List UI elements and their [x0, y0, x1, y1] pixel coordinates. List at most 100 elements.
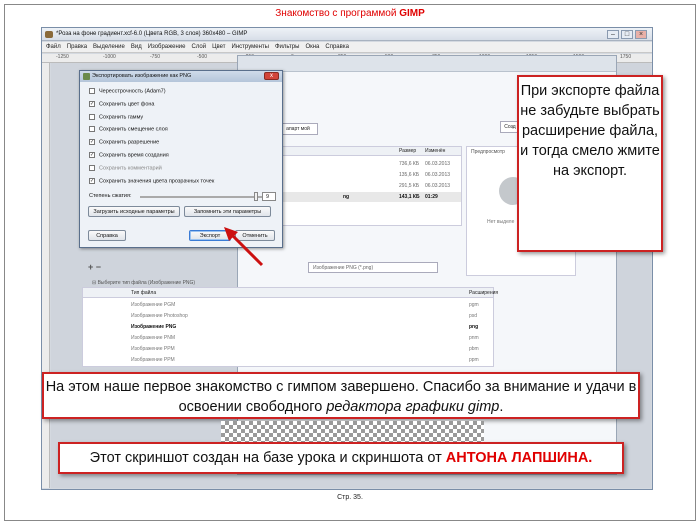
- png-dialog-titlebar[interactable]: Экспортировать изображение как PNG: [80, 71, 282, 82]
- file-type-ext: png: [469, 324, 479, 330]
- ruler-mark: 1750: [620, 54, 632, 60]
- file-type-row[interactable]: Изображение Photoshop psd: [83, 311, 493, 322]
- window-title: *Роза на фоне градиент.xcf-6.0 (Цвета RG…: [56, 31, 248, 37]
- png-option-label: Сохранить смещение слоя: [99, 126, 168, 133]
- menu-item[interactable]: Справка: [325, 42, 349, 52]
- png-option-checkbox[interactable]: ✓ Сохранить разрешение: [89, 139, 159, 146]
- red-arrow-icon: [224, 227, 264, 267]
- file-type-row[interactable]: Изображение PPM ppm: [83, 355, 493, 366]
- file-type-row[interactable]: Изображение PGM pgm: [83, 300, 493, 311]
- page-number: Стр. 35.: [337, 494, 363, 501]
- file-type-list[interactable]: Тип файла Расширения Изображение PGM pgm И…: [82, 287, 498, 367]
- file-type-row[interactable]: Изображение PPM pbm: [83, 344, 493, 355]
- png-option-label: Сохранить время создания: [99, 152, 169, 159]
- menu-item[interactable]: Выделение: [93, 42, 125, 52]
- column-modified[interactable]: Изменён: [425, 147, 445, 156]
- png-option-checkbox[interactable]: ✓ Сохранить цвет фона: [89, 100, 155, 108]
- file-filter-select[interactable]: Изображение PNG (*.png): [308, 262, 438, 273]
- compression-spinbox[interactable]: 9: [262, 192, 276, 201]
- file-type-row[interactable]: Изображение PNM pnm: [83, 333, 493, 344]
- file-row[interactable]: 736,6 КБ 06.03.2013: [283, 159, 461, 169]
- png-option-checkbox[interactable]: Сохранить комментарий: [89, 164, 162, 172]
- close-icon[interactable]: ×: [635, 30, 647, 39]
- column-extensions[interactable]: Расширения: [469, 288, 498, 298]
- png-option-checkbox[interactable]: ✓ Сохранить значения цвета прозрачных точ…: [89, 177, 214, 185]
- dialog-header: [238, 56, 616, 72]
- menu-item[interactable]: Окна: [305, 42, 319, 52]
- ruler-mark: -1250: [56, 54, 69, 60]
- png-option-label: Сохранить цвет фона: [99, 101, 155, 108]
- preview-label: Предпросмотр: [471, 149, 505, 155]
- file-list[interactable]: Размер Изменён 736,6 КБ 06.03.2013 135,6 К…: [282, 146, 462, 226]
- folder-button[interactable]: апарт мой: [278, 123, 318, 135]
- load-defaults-button[interactable]: Загрузить исходные параметры: [88, 206, 180, 217]
- file-list-header: Размер Изменён: [283, 147, 461, 156]
- file-row[interactable]: 135,6 КБ 06.03.2013: [283, 170, 461, 180]
- compression-slider[interactable]: [140, 196, 262, 198]
- gimp-small-icon: [83, 73, 90, 80]
- file-type-expander[interactable]: ⊟ Выберите тип файла (Изображение PNG): [92, 280, 195, 286]
- column-size[interactable]: Размер: [399, 147, 416, 156]
- conclusion-callout: На этом наше первое знакомство с гимпом …: [42, 372, 640, 419]
- file-type-name: Изображение PPM: [131, 357, 175, 363]
- file-type-ext: pgm: [469, 302, 479, 308]
- maximize-icon[interactable]: □: [621, 30, 633, 39]
- file-row[interactable]: 291,5 КБ 06.03.2013: [283, 181, 461, 191]
- column-file-type[interactable]: Тип файла: [131, 288, 156, 298]
- menu-item[interactable]: Файл: [46, 42, 61, 52]
- png-export-dialog: Экспортировать изображение как PNG x Чер…: [79, 70, 283, 248]
- png-option-checkbox[interactable]: Чересстрочность (Adam7): [89, 88, 166, 95]
- png-option-checkbox[interactable]: ✓ Сохранить время создания: [89, 152, 169, 159]
- file-size: 143,1 КБ: [399, 194, 420, 200]
- file-size: 135,6 КБ: [399, 172, 420, 178]
- menu-item[interactable]: Слой: [192, 42, 207, 52]
- checkbox-empty-icon[interactable]: [89, 126, 95, 133]
- checkbox-empty-icon[interactable]: [89, 113, 95, 120]
- menu-item[interactable]: Вид: [131, 42, 142, 52]
- credits-callout: Этот скриншот создан на базе урока и скр…: [58, 442, 624, 474]
- file-name: ng: [343, 194, 350, 200]
- gimp-titlebar[interactable]: *Роза на фоне градиент.xcf-6.0 (Цвета RG…: [42, 28, 652, 41]
- checkbox-checked-icon[interactable]: ✓: [89, 100, 95, 107]
- add-remove-bookmark-icons[interactable]: + −: [88, 262, 101, 272]
- file-type-name: Изображение PNG: [131, 324, 177, 330]
- menu-item[interactable]: Инструменты: [232, 42, 269, 52]
- menu-item[interactable]: Правка: [67, 42, 87, 52]
- checkbox-checked-icon[interactable]: ✓: [89, 177, 95, 184]
- png-option-label: Сохранить комментарий: [99, 165, 162, 172]
- export-tip-callout: При экспорте файла не забудьте выбрать р…: [517, 75, 663, 252]
- gimp-app-icon: [45, 31, 53, 38]
- checkbox-empty-icon[interactable]: [89, 164, 95, 171]
- file-row[interactable]: ng 143,1 КБ 01:29: [283, 192, 461, 202]
- file-date: 01:29: [425, 194, 438, 200]
- file-type-name: Изображение PNM: [131, 335, 175, 341]
- menu-item[interactable]: Фильтры: [275, 42, 299, 52]
- compression-slider-handle[interactable]: [254, 192, 258, 201]
- png-option-checkbox[interactable]: Сохранить смещение слоя: [89, 126, 168, 133]
- checkbox-empty-icon[interactable]: [89, 88, 95, 94]
- help-button[interactable]: Справка: [88, 230, 126, 241]
- save-defaults-button[interactable]: Запомнить эти параметры: [184, 206, 271, 217]
- menubar: Файл Правка Выделение Вид Изображение Слой Цве…: [42, 42, 652, 53]
- checkbox-checked-icon[interactable]: ✓: [89, 139, 95, 146]
- ruler-mark: -500: [197, 54, 208, 60]
- checkbox-checked-icon[interactable]: ✓: [89, 152, 95, 158]
- preview-empty-text: Нет выделе: [487, 219, 515, 225]
- png-dialog-title: Экспортировать изображение как PNG: [92, 73, 192, 79]
- file-type-name: Изображение PPM: [131, 346, 175, 352]
- file-type-row[interactable]: Изображение PNG png: [83, 322, 493, 333]
- file-date: 06.03.2013: [425, 183, 451, 189]
- file-type-header: Тип файла Расширения: [83, 288, 498, 298]
- file-size: 291,5 КБ: [399, 183, 420, 189]
- menu-item[interactable]: Изображение: [148, 42, 186, 52]
- close-icon[interactable]: x: [264, 72, 279, 80]
- menu-item[interactable]: Цвет: [212, 42, 225, 52]
- slide-title: Знакомство с программой GIMP: [275, 8, 425, 19]
- png-option-checkbox[interactable]: Сохранить гамму: [89, 113, 143, 121]
- compression-label: Степень сжатия:: [89, 193, 132, 199]
- vertical-ruler[interactable]: [42, 63, 50, 488]
- ruler-mark: -1000: [103, 54, 116, 60]
- minimize-icon[interactable]: –: [607, 30, 619, 39]
- ruler-mark: -750: [150, 54, 161, 60]
- file-type-name: Изображение Photoshop: [131, 313, 188, 319]
